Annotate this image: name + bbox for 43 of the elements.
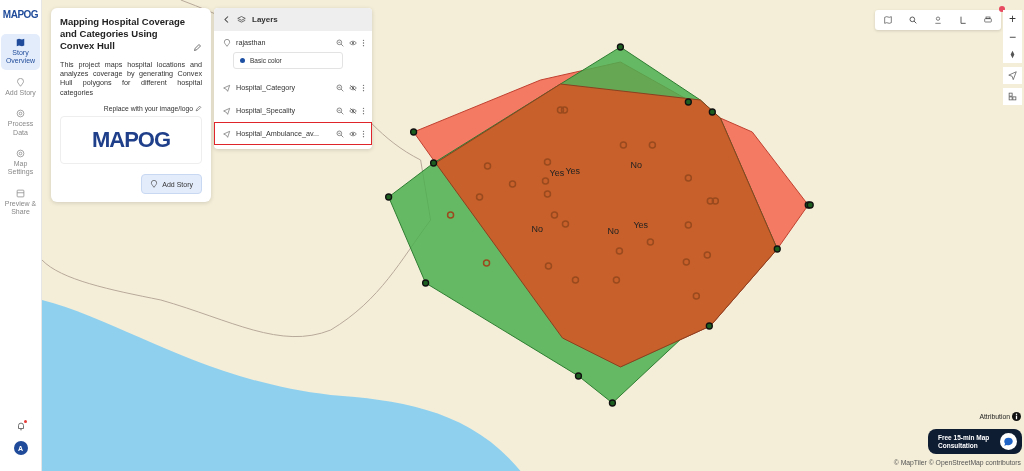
- zoom-icon[interactable]: [336, 83, 344, 92]
- more-icon[interactable]: [362, 106, 365, 115]
- story-title: Mapping Hospital Coverage and Categories Using Convex Hull: [60, 16, 187, 52]
- search-icon[interactable]: [908, 16, 917, 24]
- logo-image[interactable]: MAPOG: [60, 116, 202, 165]
- zoom-icon[interactable]: [336, 38, 344, 47]
- layers-grid-icon[interactable]: [1003, 88, 1022, 105]
- pin-icon: [16, 77, 25, 87]
- edit-icon[interactable]: [195, 105, 202, 113]
- eye-icon[interactable]: [349, 38, 357, 47]
- pin-icon: [150, 180, 159, 189]
- eye-off-icon[interactable]: [349, 106, 357, 115]
- zoom-icon[interactable]: [336, 129, 344, 138]
- person-pin-icon[interactable]: [933, 16, 942, 24]
- preview-icon: [16, 188, 25, 198]
- back-icon[interactable]: [222, 15, 231, 24]
- pointer-icon: [223, 83, 231, 92]
- more-icon[interactable]: [362, 129, 365, 138]
- zoom-in-button[interactable]: +: [1003, 10, 1022, 28]
- gear-icon: [16, 109, 25, 119]
- measure-icon[interactable]: [959, 16, 968, 24]
- map-icon[interactable]: [883, 16, 892, 24]
- edit-icon[interactable]: [193, 42, 202, 52]
- layers-title: Layers: [252, 15, 278, 24]
- eye-off-icon[interactable]: [349, 83, 357, 92]
- layers-icon: [237, 15, 246, 24]
- eye-icon[interactable]: [349, 129, 357, 138]
- chat-icon: [1000, 433, 1017, 450]
- bell-icon[interactable]: [15, 421, 26, 431]
- map-icon: [16, 38, 25, 47]
- zoom-icon[interactable]: [336, 106, 344, 115]
- pointer-icon: [223, 129, 231, 138]
- locate-icon[interactable]: [1003, 67, 1022, 84]
- zoom-out-button[interactable]: −: [1003, 28, 1022, 46]
- mapog-logo: MAPOG: [2, 8, 39, 22]
- pin-icon: [223, 38, 231, 47]
- gear-icon: [16, 148, 25, 158]
- compass-icon[interactable]: [1003, 46, 1022, 63]
- info-icon[interactable]: [1012, 412, 1021, 421]
- print-icon[interactable]: [984, 16, 993, 24]
- pointer-icon: [223, 106, 231, 115]
- more-icon[interactable]: [362, 83, 365, 92]
- more-icon[interactable]: [362, 38, 365, 47]
